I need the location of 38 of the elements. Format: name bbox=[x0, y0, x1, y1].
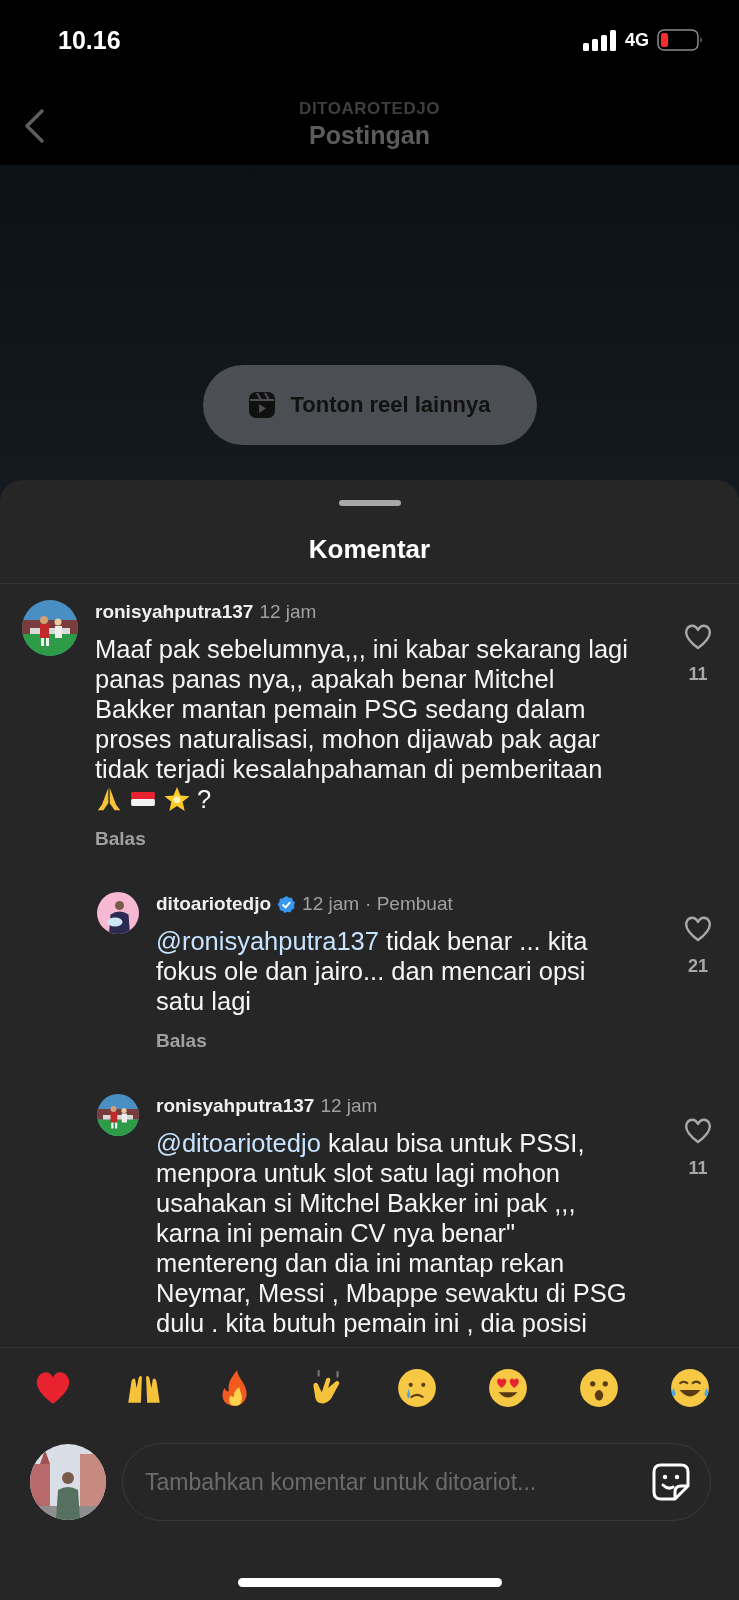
heart-icon[interactable] bbox=[683, 914, 713, 942]
comment-time: 12 jam bbox=[302, 892, 360, 916]
like-count: 21 bbox=[688, 956, 708, 977]
battery-icon bbox=[657, 29, 703, 51]
author-label: · Pembuat bbox=[365, 892, 453, 916]
username[interactable]: ronisyahputra137 bbox=[156, 1094, 315, 1118]
drag-handle[interactable] bbox=[338, 500, 401, 506]
reply-button[interactable]: Balas bbox=[95, 828, 146, 850]
laughing-face-emoji-icon[interactable] bbox=[669, 1367, 711, 1409]
heart-icon[interactable] bbox=[683, 1116, 713, 1144]
comment-time: 12 jam bbox=[259, 600, 317, 624]
comment-text: @ronisyahputra137 tidak benar ... kita fokus ole dan jairo... dan mencari opsi satu lagi bbox=[156, 926, 589, 1016]
heart-eyes-emoji-icon[interactable] bbox=[487, 1367, 529, 1409]
page-title: Postingan bbox=[309, 121, 430, 150]
comment-text: Maaf pak sebelumnya,,, ini kabar sekarang lagi panas panas nya,, apakah benar Mitchel Bakker mantan pemain PSG sedang dalam proses naturalisasi, mohon dijawab pak agar tidak terjadi kesalahpahaman di pemberitaan bbox=[95, 634, 629, 784]
star-emoji-icon bbox=[163, 785, 191, 813]
mention-link[interactable]: @ronisyahputra137 bbox=[156, 927, 379, 955]
sheet-title: Komentar bbox=[308, 534, 431, 565]
comment-text: @ditoariotedjo kalau bisa untuk PSSI, menpora untuk slot satu lagi mohon usahakan si Mitchel Bakker ini pak ,,, karna ini pemain CV nya benar" mentereng dan dia ini mantap rekan Neymar, Messi , Mbappe sewaktu di PSG dulu . kita butuh pemain ini , dia posisi bbox=[156, 1128, 628, 1338]
crying-face-emoji-icon[interactable] bbox=[396, 1367, 438, 1409]
clock-time: 10.16 bbox=[58, 25, 121, 55]
sticker-icon[interactable] bbox=[651, 1462, 691, 1502]
surprised-face-emoji-icon[interactable] bbox=[578, 1367, 620, 1409]
back-icon[interactable] bbox=[22, 108, 46, 144]
signal-icon bbox=[583, 29, 617, 51]
like-count: 11 bbox=[688, 1158, 708, 1179]
reply-button[interactable]: Balas bbox=[156, 1030, 207, 1052]
network-label: 4G bbox=[625, 29, 649, 51]
reels-icon bbox=[248, 390, 277, 419]
account-name: DITOAROTEDJO bbox=[299, 99, 440, 119]
like-count: 11 bbox=[688, 664, 708, 685]
comment-time: 12 jam bbox=[320, 1094, 378, 1118]
mention-link[interactable]: @ditoariotedjo bbox=[156, 1129, 321, 1157]
username[interactable]: ditoariotedjo bbox=[156, 892, 272, 916]
comment-text-end: ? bbox=[197, 784, 212, 814]
heart-icon[interactable] bbox=[683, 622, 713, 650]
username[interactable]: ronisyahputra137 bbox=[95, 600, 254, 624]
comment-input-field[interactable]: Tambahkan komentar untuk ditoariot... bbox=[122, 1443, 711, 1521]
